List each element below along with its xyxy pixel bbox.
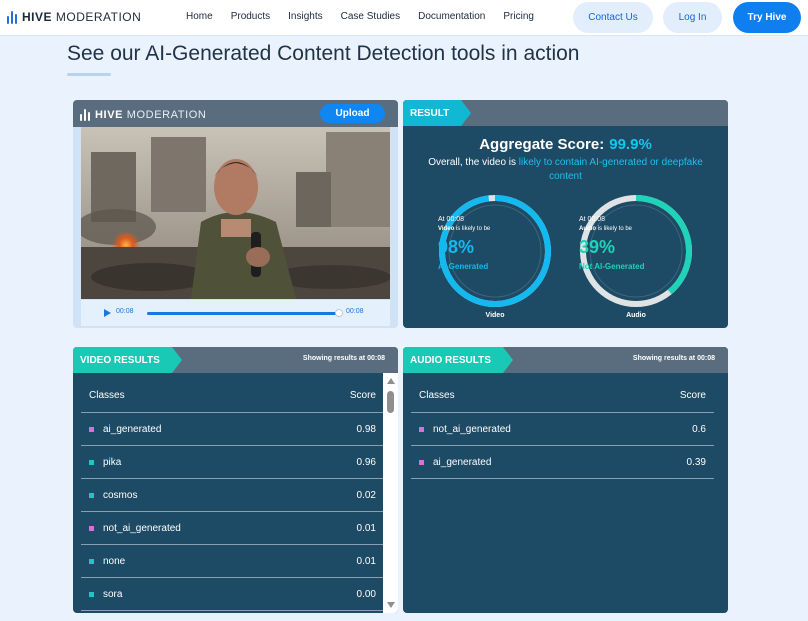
class-color-swatch: [89, 426, 94, 432]
aggregate-value: 99.9%: [609, 136, 652, 153]
result-header: RESULT: [403, 100, 728, 126]
table-row: ai_generated 0.98: [81, 413, 384, 446]
audio-gauge-label: Not AI-Generated: [579, 262, 645, 271]
upload-button[interactable]: Upload: [320, 104, 385, 123]
video-results-showing: Showing results at 00:08: [302, 355, 385, 362]
table-header: Classes Score: [81, 379, 384, 413]
video-results-tag: VIDEO RESULTS: [73, 347, 182, 373]
table-header: Classes Score: [411, 379, 714, 413]
nav-case-studies[interactable]: Case Studies: [341, 11, 400, 22]
class-color-swatch: [419, 459, 424, 465]
video-header: HIVE MODERATION Upload: [73, 100, 398, 127]
nav-links: Home Products Insights Case Studies Docu…: [186, 11, 552, 22]
nav-pricing[interactable]: Pricing: [503, 11, 534, 22]
current-time: 00:08: [116, 308, 134, 315]
audio-gauge-percent: 39%: [579, 237, 616, 257]
video-gauge-percent: 98%: [438, 237, 475, 257]
overall-summary: Overall, the video is likely to contain …: [428, 157, 703, 182]
result-panel: RESULT Aggregate Score: 99.9% Overall, th…: [403, 100, 728, 328]
nav-insights[interactable]: Insights: [288, 11, 322, 22]
table-row: sora 0.00: [81, 578, 384, 611]
audio-results-panel: AUDIO RESULTS Showing results at 00:08 C…: [403, 347, 728, 613]
class-color-swatch: [89, 459, 94, 465]
contact-us-button[interactable]: Contact Us: [573, 2, 653, 33]
table-row: not_ai_generated 0.6: [411, 413, 714, 446]
video-panel: HIVE MODERATION Upload 00:08 00:08: [73, 100, 398, 328]
audio-gauge-name: Audio: [626, 312, 646, 319]
table-row: pika 0.96: [81, 446, 384, 479]
aggregate-score: Aggregate Score: 99.9%: [479, 136, 652, 153]
hive-logo-icon: [80, 108, 90, 121]
scroll-up-icon[interactable]: [387, 378, 395, 384]
title-underline: [67, 73, 111, 76]
audio-results-showing: Showing results at 00:08: [632, 355, 715, 362]
video-gauge-name: Video: [485, 312, 505, 319]
video-results-scrollbar[interactable]: [383, 373, 398, 613]
table-row: cosmos 0.02: [81, 479, 384, 512]
play-icon[interactable]: [104, 309, 111, 317]
seek-bar[interactable]: [147, 312, 337, 315]
page-title: See our AI-Generated Content Detection t…: [67, 42, 580, 65]
nav-products[interactable]: Products: [231, 11, 270, 22]
video-gauge: At 00:08 Video is likely to be 98% AI-Ge…: [438, 194, 552, 308]
nav-home[interactable]: Home: [186, 11, 213, 22]
seek-handle[interactable]: [335, 309, 343, 317]
hive-logo[interactable]: HIVE MODERATION: [7, 10, 141, 24]
hive-logo-icon: [7, 10, 17, 24]
try-hive-button[interactable]: Try Hive: [733, 2, 801, 33]
class-color-swatch: [419, 426, 424, 432]
result-tag: RESULT: [403, 100, 472, 126]
audio-results-header: AUDIO RESULTS Showing results at 00:08: [403, 347, 728, 373]
video-gauge-label: AI-Generated: [438, 262, 489, 271]
class-color-swatch: [89, 525, 94, 531]
video-frame-image: [76, 127, 391, 299]
table-row: not_ai_generated 0.01: [81, 512, 384, 545]
nav-documentation[interactable]: Documentation: [418, 11, 485, 22]
video-results-panel: VIDEO RESULTS Showing results at 00:08 C…: [73, 347, 398, 613]
audio-results-table: Classes Score not_ai_generated 0.6 ai_gene…: [411, 379, 714, 479]
audio-gauge: At 00:08 Audio is likely to be 39% Not A…: [579, 194, 693, 308]
overall-highlight[interactable]: likely to contain AI-generated or deepfa…: [519, 157, 703, 182]
scroll-thumb[interactable]: [387, 391, 394, 413]
top-nav: HIVE MODERATION Home Products Insights C…: [0, 0, 808, 36]
class-color-swatch: [89, 492, 94, 498]
video-player[interactable]: [76, 127, 391, 299]
audio-results-tag: AUDIO RESULTS: [403, 347, 513, 373]
duration: 00:08: [346, 308, 364, 315]
scroll-down-icon[interactable]: [387, 602, 395, 608]
video-results-table: Classes Score ai_generated 0.98 pika 0.96 c…: [81, 379, 384, 611]
login-button[interactable]: Log In: [663, 2, 722, 33]
table-row: none 0.01: [81, 545, 384, 578]
class-color-swatch: [89, 591, 94, 597]
class-color-swatch: [89, 558, 94, 564]
video-results-header: VIDEO RESULTS Showing results at 00:08: [73, 347, 398, 373]
table-row: ai_generated 0.39: [411, 446, 714, 479]
video-watermark-logo: HIVE MODERATION: [80, 108, 206, 121]
video-controls: 00:08 00:08: [81, 300, 390, 326]
logo-text: HIVE MODERATION: [22, 10, 142, 24]
